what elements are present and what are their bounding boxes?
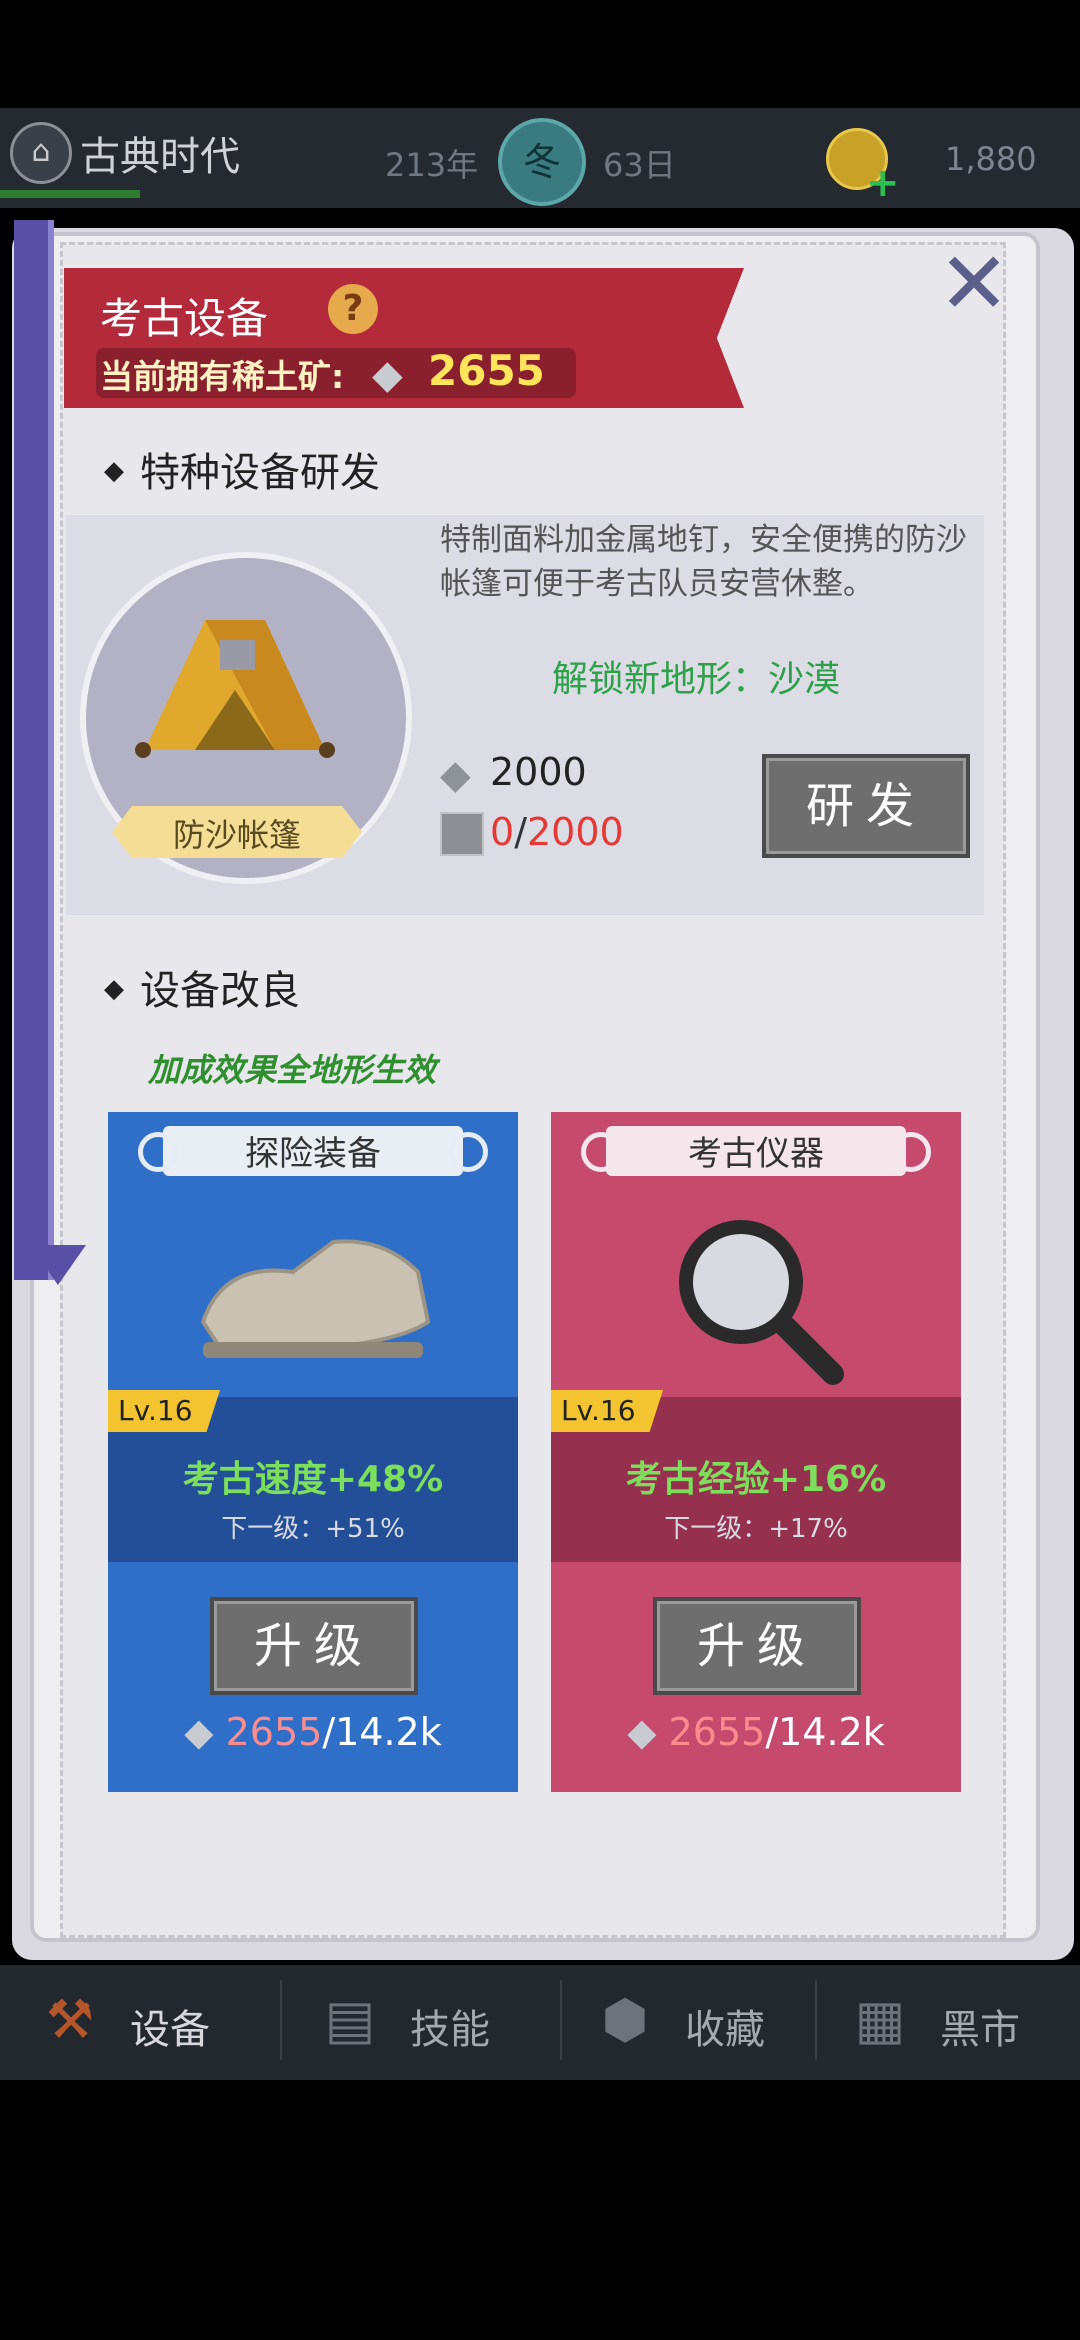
nav-equipment[interactable]: ⚒ 设备 — [30, 1965, 260, 2080]
card-title: 探险装备 — [245, 1134, 381, 1174]
bookmark-ribbon — [14, 220, 54, 1280]
cost-have: 2655 — [225, 1710, 323, 1754]
upgrade-card-explore: 探险装备 Lv.16 考古速度+48% 下一级：+51% 升级 ◆ 2655/1… — [108, 1112, 518, 1792]
panel-title: 考古设备 — [100, 294, 269, 343]
card-level: Lv.16 — [561, 1394, 636, 1427]
improve-heading: 设备改良 — [140, 968, 300, 1014]
upgrade-cost: ◆ 2655/14.2k — [108, 1710, 518, 1754]
card-effect: 考古速度+48% — [182, 1459, 444, 1500]
nav-collection[interactable]: ⬢ 收藏 — [585, 1965, 815, 2080]
owned-ore-value: 2655 — [428, 346, 545, 395]
close-icon[interactable]: ✕ — [938, 241, 1010, 327]
tent-description: 特制面料加金属地钉，安全便携的防沙帐篷可便于考古队员安营休整。 — [440, 522, 967, 602]
market-icon: ▦ — [854, 1988, 906, 2051]
cost-need: /14.2k — [765, 1710, 885, 1754]
nav-label: 黑市 — [940, 2007, 1020, 2053]
anvil-icon: ⚒ — [45, 1988, 95, 2051]
upgrade-cost: ◆ 2655/14.2k — [551, 1710, 961, 1754]
season-badge: 冬 — [498, 118, 586, 206]
card-title: 考古仪器 — [688, 1134, 824, 1174]
magnifier-icon — [679, 1220, 844, 1385]
upgrade-card-instrument: 考古仪器 Lv.16 考古经验+16% 下一级：+17% 升级 ◆ 2655/1… — [551, 1112, 961, 1792]
nav-skills[interactable]: ▤ 技能 — [310, 1965, 540, 2080]
research-ore-cost: 2000 — [490, 750, 587, 794]
block-need: 2000 — [527, 810, 624, 854]
bullet-icon: ◆ — [104, 974, 124, 1004]
block-have: 0 — [490, 810, 515, 854]
upgrade-button[interactable]: 升级 — [210, 1597, 418, 1695]
bookmark-ribbon-tip — [30, 1245, 86, 1285]
block-sep: / — [514, 810, 527, 854]
add-coins-icon[interactable]: + — [866, 160, 900, 206]
bonus-note: 加成效果全地形生效 — [148, 1051, 437, 1089]
card-effect: 考古经验+16% — [625, 1459, 887, 1500]
unlock-terrain: 解锁新地形：沙漠 — [552, 659, 841, 700]
upgrade-button[interactable]: 升级 — [653, 1597, 861, 1695]
special-dev-heading: 特种设备研发 — [140, 450, 380, 496]
card-next-level: 下一级：+51% — [221, 1514, 405, 1544]
temple-icon[interactable]: ⌂ — [10, 122, 72, 184]
nav-divider — [815, 1980, 817, 2060]
card-next-level: 下一级：+17% — [664, 1514, 848, 1544]
block-icon — [440, 812, 484, 856]
year-label: 213年 — [385, 146, 479, 184]
nav-label: 收藏 — [685, 2007, 765, 2053]
research-block-cost: 0/2000 — [490, 810, 624, 854]
bullet-icon: ◆ — [104, 456, 124, 486]
tent-name: 防沙帐篷 — [172, 816, 301, 854]
era-name: 古典时代 — [80, 134, 240, 180]
research-button[interactable]: 研发 — [762, 754, 970, 858]
nav-label: 设备 — [130, 2007, 210, 2053]
card-level: Lv.16 — [118, 1394, 193, 1427]
ore-icon: ◆ — [627, 1710, 657, 1754]
cost-need: /14.2k — [322, 1710, 442, 1754]
tent-icon — [135, 620, 335, 758]
nav-divider — [560, 1980, 562, 2060]
era-progress-bar — [0, 190, 140, 198]
nav-divider — [280, 1980, 282, 2060]
collection-icon: ⬢ — [601, 1988, 649, 2051]
ore-icon: ◆ — [184, 1710, 214, 1754]
cost-have: 2655 — [668, 1710, 766, 1754]
coin-count: 1,880 — [945, 140, 1037, 178]
ore-icon: ◆ — [372, 352, 403, 398]
day-label: 63日 — [603, 146, 676, 184]
boot-icon — [200, 1239, 431, 1358]
skill-book-icon: ▤ — [324, 1988, 376, 2051]
ore-icon: ◆ — [440, 752, 471, 798]
help-icon[interactable]: ? — [328, 284, 378, 334]
nav-label: 技能 — [410, 2007, 490, 2053]
nav-black-market[interactable]: ▦ 黑市 — [840, 1965, 1070, 2080]
owned-ore-label: 当前拥有稀土矿: — [100, 357, 345, 396]
